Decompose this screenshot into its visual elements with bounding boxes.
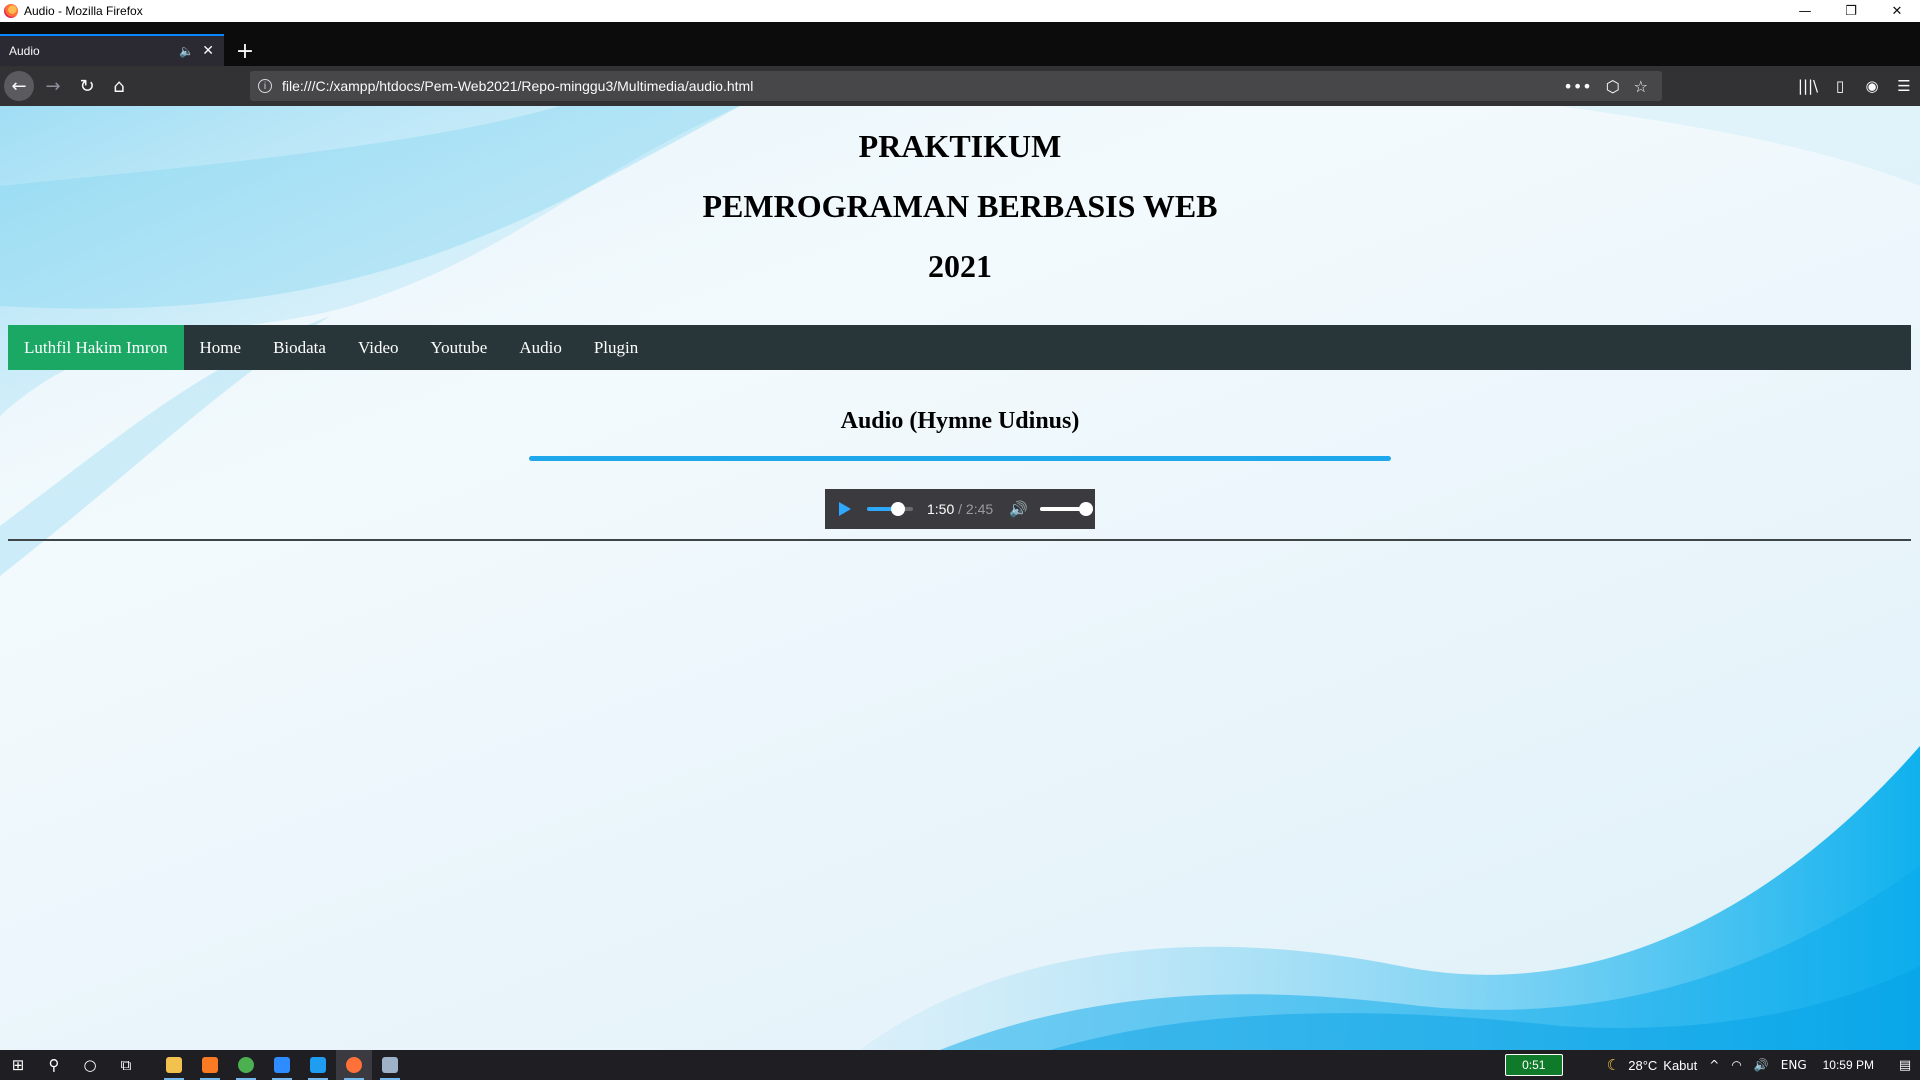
taskbar-app-zoom[interactable] bbox=[264, 1050, 300, 1080]
section-title: Audio (Hymne Udinus) bbox=[840, 408, 1080, 434]
taskbar-app-other-app[interactable] bbox=[372, 1050, 408, 1080]
audio-duration: / 2:45 bbox=[954, 501, 994, 517]
page-header: PRAKTIKUM PEMROGRAMAN BERBASIS WEB 2021 bbox=[0, 128, 1920, 308]
tab-label: Audio bbox=[9, 44, 40, 58]
cortana-icon[interactable]: ○ bbox=[72, 1050, 108, 1080]
other-app-icon bbox=[382, 1057, 398, 1073]
pocket-icon[interactable]: ⬡ bbox=[1606, 77, 1620, 96]
minimize-button[interactable]: — bbox=[1782, 0, 1828, 22]
taskbar-app-vscode[interactable] bbox=[300, 1050, 336, 1080]
taskbar-app-xampp[interactable] bbox=[192, 1050, 228, 1080]
reload-button[interactable]: ↻ bbox=[72, 71, 102, 101]
tab-close-icon[interactable]: ✕ bbox=[202, 43, 214, 59]
xampp-icon bbox=[202, 1057, 218, 1073]
horizontal-divider bbox=[8, 539, 1911, 541]
windows-taskbar: ⊞ ⚲ ○ ⧉ 0:51 ☾ 28°C Kabut ^ ◠ 🔊 ENG 10:5… bbox=[0, 1050, 1920, 1080]
search-icon[interactable]: ⚲ bbox=[36, 1050, 72, 1080]
speaker-icon[interactable]: 🔊 bbox=[1754, 1058, 1769, 1072]
input-language[interactable]: ENG bbox=[1781, 1058, 1807, 1072]
url-bar[interactable]: i file:///C:/xampp/htdocs/Pem-Web2021/Re… bbox=[250, 71, 1662, 101]
volume-icon[interactable]: 🔊 bbox=[1009, 500, 1028, 518]
toolbar-right: |||\ ▯ ◉ ☰ bbox=[1792, 66, 1920, 106]
window-controls: — ❐ ✕ bbox=[1782, 0, 1920, 22]
bookmark-star-icon[interactable]: ☆ bbox=[1634, 77, 1648, 96]
header-line-1: PRAKTIKUM bbox=[858, 128, 1062, 164]
weather-temp[interactable]: 28°C bbox=[1628, 1058, 1657, 1073]
nav-item-video[interactable]: Video bbox=[342, 325, 415, 370]
audio-time: 1:50 / 2:45 bbox=[927, 501, 993, 517]
firefox-logo-icon bbox=[4, 4, 18, 18]
page-actions-icon[interactable]: ••• bbox=[1563, 77, 1591, 96]
zoom-icon bbox=[274, 1057, 290, 1073]
audio-progress-slider[interactable] bbox=[867, 502, 913, 516]
library-icon[interactable]: |||\ bbox=[1792, 70, 1824, 102]
navigation-toolbar: ← → ↻ ⌂ i file:///C:/xampp/htdocs/Pem-We… bbox=[0, 66, 1920, 106]
url-text[interactable]: file:///C:/xampp/htdocs/Pem-Web2021/Repo… bbox=[282, 78, 1563, 94]
account-icon[interactable]: ◉ bbox=[1856, 70, 1888, 102]
taskbar-app-firefox[interactable] bbox=[336, 1050, 372, 1080]
new-tab-button[interactable]: + bbox=[232, 38, 258, 64]
page-viewport: PRAKTIKUM PEMROGRAMAN BERBASIS WEB 2021 … bbox=[0, 106, 1920, 1050]
taskbar-app-file-explorer[interactable] bbox=[156, 1050, 192, 1080]
firefox-icon bbox=[346, 1057, 362, 1073]
nav-item-youtube[interactable]: Youtube bbox=[415, 325, 504, 370]
audio-current-time: 1:50 bbox=[927, 501, 955, 517]
audio-player: 1:50 / 2:45 🔊 bbox=[825, 489, 1095, 529]
system-tray: 0:51 ☾ 28°C Kabut ^ ◠ 🔊 ENG 10:59 PM ▤ bbox=[1504, 1050, 1920, 1080]
start-icon[interactable]: ⊞ bbox=[0, 1050, 36, 1080]
taskbar-clock[interactable]: 10:59 PM bbox=[1823, 1058, 1874, 1072]
close-window-button[interactable]: ✕ bbox=[1874, 0, 1920, 22]
wifi-icon[interactable]: ◠ bbox=[1731, 1058, 1741, 1072]
volume-slider[interactable] bbox=[1039, 502, 1093, 516]
weather-icon[interactable]: ☾ bbox=[1607, 1056, 1620, 1074]
home-button[interactable]: ⌂ bbox=[104, 71, 134, 101]
window-title: Audio - Mozilla Firefox bbox=[24, 4, 143, 18]
taskbar-app-chrome[interactable] bbox=[228, 1050, 264, 1080]
forward-button[interactable]: → bbox=[38, 71, 68, 101]
restore-button[interactable]: ❐ bbox=[1828, 0, 1874, 22]
nav-item-biodata[interactable]: Biodata bbox=[257, 325, 342, 370]
chrome-icon bbox=[238, 1057, 254, 1073]
weather-desc[interactable]: Kabut bbox=[1663, 1058, 1697, 1073]
tab-speaker-icon[interactable]: 🔈 bbox=[179, 44, 194, 58]
taskbar-apps bbox=[156, 1050, 408, 1080]
nav-item-audio[interactable]: Audio bbox=[503, 325, 578, 370]
vscode-icon bbox=[310, 1057, 326, 1073]
window-titlebar: Audio - Mozilla Firefox — ❐ ✕ bbox=[0, 0, 1920, 22]
volume-knob[interactable] bbox=[1078, 502, 1093, 516]
back-button[interactable]: ← bbox=[4, 71, 34, 101]
hamburger-menu-icon[interactable]: ☰ bbox=[1888, 70, 1920, 102]
header-line-3: 2021 bbox=[928, 248, 992, 284]
sidebar-icon[interactable]: ▯ bbox=[1824, 70, 1856, 102]
title-underline bbox=[529, 456, 1391, 461]
nav-brand[interactable]: Luthfil Hakim Imron bbox=[8, 325, 184, 370]
tab-audio[interactable]: Audio 🔈 ✕ bbox=[0, 34, 224, 66]
audio-progress-knob[interactable] bbox=[890, 502, 905, 516]
site-info-icon[interactable]: i bbox=[258, 79, 272, 93]
play-icon[interactable] bbox=[839, 502, 851, 516]
tray-chevron-icon[interactable]: ^ bbox=[1709, 1058, 1719, 1072]
file-explorer-icon bbox=[166, 1057, 182, 1073]
nav-item-home[interactable]: Home bbox=[184, 325, 258, 370]
task-view-icon[interactable]: ⧉ bbox=[108, 1050, 144, 1080]
tab-strip: Audio 🔈 ✕ + bbox=[0, 22, 1920, 66]
nav-item-plugin[interactable]: Plugin bbox=[578, 325, 654, 370]
header-line-2: PEMROGRAMAN BERBASIS WEB bbox=[702, 188, 1218, 224]
notifications-icon[interactable]: ▤ bbox=[1890, 1050, 1920, 1080]
battery-timer[interactable]: 0:51 bbox=[1504, 1054, 1563, 1076]
site-navbar: Luthfil Hakim Imron Home Biodata Video Y… bbox=[8, 325, 1911, 370]
